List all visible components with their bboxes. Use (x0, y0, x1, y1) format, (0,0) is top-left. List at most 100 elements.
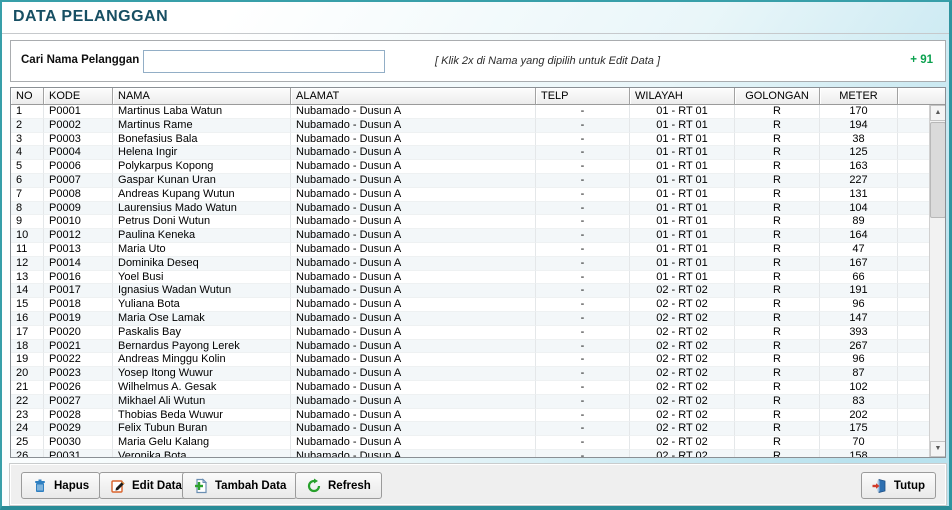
scroll-up-button[interactable]: ▲ (930, 105, 946, 121)
column-header-kode[interactable]: KODE (44, 88, 113, 105)
cell-telp: - (536, 409, 630, 423)
cell-wilayah: 01 - RT 01 (630, 188, 735, 202)
tambah-data-button[interactable]: Tambah Data (182, 472, 297, 499)
edit-data-button-label: Edit Data (132, 480, 182, 492)
vertical-scrollbar[interactable]: ▲ ▼ (929, 105, 945, 457)
table-row[interactable]: 6 P0007 Gaspar Kunan Uran Nubamado - Dus… (11, 174, 929, 188)
cell-filler (898, 326, 929, 340)
scroll-down-button[interactable]: ▼ (930, 441, 946, 457)
cell-golongan: R (735, 450, 820, 457)
table-row[interactable]: 16 P0019 Maria Ose Lamak Nubamado - Dusu… (11, 312, 929, 326)
table-row[interactable]: 26 P0031 Veronika Bota Nubamado - Dusun … (11, 450, 929, 457)
column-header-golongan[interactable]: GOLONGAN (735, 88, 820, 105)
cell-wilayah: 02 - RT 02 (630, 409, 735, 423)
cell-kode: P0013 (44, 243, 113, 257)
tutup-button[interactable]: Tutup (861, 472, 936, 499)
hapus-button-label: Hapus (54, 480, 89, 492)
cell-nama: Ignasius Wadan Wutun (113, 284, 291, 298)
table-row[interactable]: 23 P0028 Thobias Beda Wuwur Nubamado - D… (11, 409, 929, 423)
page-title: DATA PELANGGAN (13, 8, 168, 26)
column-header-no[interactable]: NO (11, 88, 44, 105)
table-row[interactable]: 3 P0003 Bonefasius Bala Nubamado - Dusun… (11, 133, 929, 147)
table-row[interactable]: 8 P0009 Laurensius Mado Watun Nubamado -… (11, 202, 929, 216)
table-row[interactable]: 19 P0022 Andreas Minggu Kolin Nubamado -… (11, 353, 929, 367)
column-header-alamat[interactable]: ALAMAT (291, 88, 536, 105)
cell-meter: 194 (820, 119, 898, 133)
table-row[interactable]: 11 P0013 Maria Uto Nubamado - Dusun A - … (11, 243, 929, 257)
table-row[interactable]: 5 P0006 Polykarpus Kopong Nubamado - Dus… (11, 160, 929, 174)
cell-no: 25 (11, 436, 44, 450)
cell-nama: Andreas Kupang Wutun (113, 188, 291, 202)
edit-data-button[interactable]: Edit Data (99, 472, 193, 499)
cell-kode: P0016 (44, 271, 113, 285)
cell-no: 3 (11, 133, 44, 147)
cell-filler (898, 409, 929, 423)
table-row[interactable]: 24 P0029 Felix Tubun Buran Nubamado - Du… (11, 422, 929, 436)
cell-filler (898, 243, 929, 257)
table-row[interactable]: 20 P0023 Yosep Itong Wuwur Nubamado - Du… (11, 367, 929, 381)
cell-golongan: R (735, 298, 820, 312)
table-row[interactable]: 14 P0017 Ignasius Wadan Wutun Nubamado -… (11, 284, 929, 298)
cell-telp: - (536, 133, 630, 147)
table-row[interactable]: 15 P0018 Yuliana Bota Nubamado - Dusun A… (11, 298, 929, 312)
cell-nama: Helena Ingir (113, 146, 291, 160)
refresh-button[interactable]: Refresh (295, 472, 382, 499)
cell-kode: P0028 (44, 409, 113, 423)
cell-telp: - (536, 174, 630, 188)
cell-alamat: Nubamado - Dusun A (291, 436, 536, 450)
cell-wilayah: 01 - RT 01 (630, 215, 735, 229)
table-row[interactable]: 7 P0008 Andreas Kupang Wutun Nubamado - … (11, 188, 929, 202)
cell-golongan: R (735, 257, 820, 271)
cell-wilayah: 02 - RT 02 (630, 353, 735, 367)
table-row[interactable]: 9 P0010 Petrus Doni Wutun Nubamado - Dus… (11, 215, 929, 229)
table-row[interactable]: 21 P0026 Wilhelmus A. Gesak Nubamado - D… (11, 381, 929, 395)
cell-kode: P0008 (44, 188, 113, 202)
column-header-wilayah[interactable]: WILAYAH (630, 88, 735, 105)
cell-golongan: R (735, 160, 820, 174)
cell-alamat: Nubamado - Dusun A (291, 257, 536, 271)
table-row[interactable]: 18 P0021 Bernardus Payong Lerek Nubamado… (11, 340, 929, 354)
cell-nama: Yoel Busi (113, 271, 291, 285)
cell-telp: - (536, 450, 630, 457)
cell-telp: - (536, 257, 630, 271)
cell-meter: 191 (820, 284, 898, 298)
scrollbar-thumb[interactable] (930, 122, 946, 218)
table-row[interactable]: 25 P0030 Maria Gelu Kalang Nubamado - Du… (11, 436, 929, 450)
cell-alamat: Nubamado - Dusun A (291, 229, 536, 243)
cell-golongan: R (735, 395, 820, 409)
cell-alamat: Nubamado - Dusun A (291, 146, 536, 160)
table-row[interactable]: 13 P0016 Yoel Busi Nubamado - Dusun A - … (11, 271, 929, 285)
table-row[interactable]: 22 P0027 Mikhael Ali Wutun Nubamado - Du… (11, 395, 929, 409)
cell-filler (898, 422, 929, 436)
cell-wilayah: 02 - RT 02 (630, 381, 735, 395)
cell-kode: P0014 (44, 257, 113, 271)
cell-nama: Bonefasius Bala (113, 133, 291, 147)
table-row[interactable]: 12 P0014 Dominika Deseq Nubamado - Dusun… (11, 257, 929, 271)
table-row[interactable]: 17 P0020 Paskalis Bay Nubamado - Dusun A… (11, 326, 929, 340)
search-input[interactable] (143, 50, 385, 73)
table-row[interactable]: 4 P0004 Helena Ingir Nubamado - Dusun A … (11, 146, 929, 160)
cell-meter: 167 (820, 257, 898, 271)
cell-meter: 158 (820, 450, 898, 457)
cell-golongan: R (735, 436, 820, 450)
table-row[interactable]: 1 P0001 Martinus Laba Watun Nubamado - D… (11, 105, 929, 119)
column-header-meter[interactable]: METER (820, 88, 898, 105)
cell-kode: P0021 (44, 340, 113, 354)
cell-alamat: Nubamado - Dusun A (291, 422, 536, 436)
table-row[interactable]: 10 P0012 Paulina Keneka Nubamado - Dusun… (11, 229, 929, 243)
cell-golongan: R (735, 340, 820, 354)
cell-no: 19 (11, 353, 44, 367)
column-header-telp[interactable]: TELP (536, 88, 630, 105)
cell-filler (898, 160, 929, 174)
cell-no: 1 (11, 105, 44, 119)
table-row[interactable]: 2 P0002 Martinus Rame Nubamado - Dusun A… (11, 119, 929, 133)
cell-nama: Gaspar Kunan Uran (113, 174, 291, 188)
cell-alamat: Nubamado - Dusun A (291, 450, 536, 457)
column-header-nama[interactable]: NAMA (113, 88, 291, 105)
cell-telp: - (536, 353, 630, 367)
cell-alamat: Nubamado - Dusun A (291, 326, 536, 340)
hapus-button[interactable]: Hapus (21, 472, 100, 499)
cell-golongan: R (735, 146, 820, 160)
cell-meter: 87 (820, 367, 898, 381)
cell-wilayah: 01 - RT 01 (630, 160, 735, 174)
